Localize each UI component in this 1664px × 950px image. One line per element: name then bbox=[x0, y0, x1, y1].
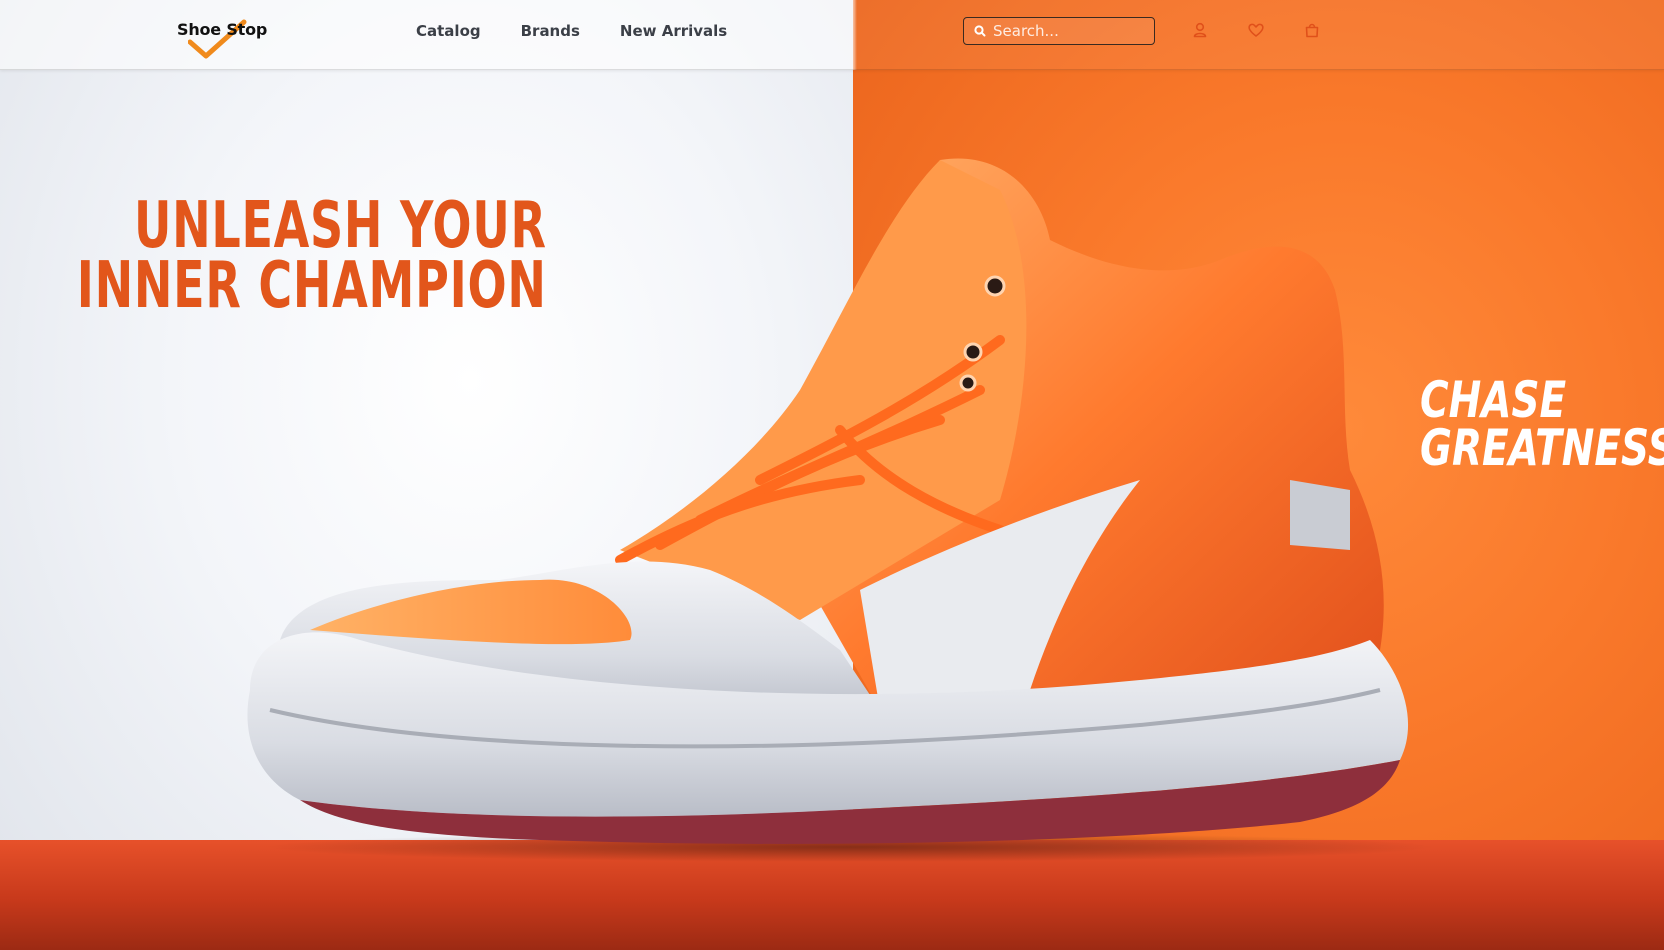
hero-banner: UNLEASH YOUR INNER CHAMPION CHASE GREATN… bbox=[0, 0, 1664, 950]
nav-item-new-arrivals[interactable]: New Arrivals bbox=[620, 22, 727, 40]
nav-item-catalog[interactable]: Catalog bbox=[416, 22, 481, 40]
hero-tagline: CHASE GREATNESS bbox=[1420, 371, 1664, 477]
site-header: Shoe Stop Catalog Brands New Arrivals bbox=[0, 0, 1664, 70]
heart-icon[interactable] bbox=[1247, 21, 1265, 39]
logo-text: Shoe Stop bbox=[177, 20, 268, 39]
shopping-bag-icon[interactable] bbox=[1303, 21, 1321, 39]
search-box bbox=[963, 17, 1155, 45]
hero-tagline-line-1: CHASE bbox=[1420, 371, 1567, 429]
site-logo[interactable]: Shoe Stop bbox=[176, 18, 268, 60]
search-icon[interactable] bbox=[973, 24, 987, 38]
user-icon[interactable] bbox=[1191, 21, 1209, 39]
hero-tagline-line-2: GREATNESS bbox=[1420, 419, 1664, 477]
hero-headline-line-1: UNLEASH YOUR bbox=[134, 189, 547, 263]
nav-item-brands[interactable]: Brands bbox=[521, 22, 580, 40]
search-input[interactable] bbox=[987, 22, 1143, 40]
hero-headline: UNLEASH YOUR INNER CHAMPION bbox=[77, 189, 547, 323]
hero-headline-line-2: INNER CHAMPION bbox=[77, 249, 547, 323]
main-nav: Catalog Brands New Arrivals bbox=[416, 22, 727, 40]
